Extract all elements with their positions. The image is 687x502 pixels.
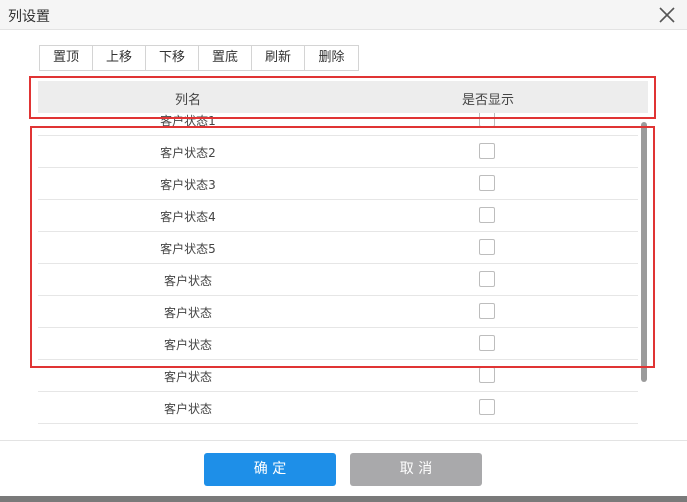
table-row: 客户状态: [38, 328, 638, 360]
visible-checkbox[interactable]: [479, 335, 495, 351]
visible-checkbox[interactable]: [479, 175, 495, 191]
visible-checkbox[interactable]: [479, 239, 495, 255]
visible-checkbox[interactable]: [479, 367, 495, 383]
dialog-titlebar: 列设置: [0, 0, 687, 30]
visible-checkbox[interactable]: [479, 399, 495, 415]
table-row: 客户状态5: [38, 232, 638, 264]
visible-checkbox[interactable]: [479, 303, 495, 319]
table-row: 客户状态1: [38, 113, 638, 136]
column-name-cell: 客户状态5: [160, 242, 216, 256]
close-icon[interactable]: [657, 5, 677, 25]
table-row: 客户状态4: [38, 200, 638, 232]
column-header-name: 列名: [174, 93, 201, 108]
visible-checkbox[interactable]: [479, 113, 495, 127]
move-top-button[interactable]: 置顶: [40, 46, 93, 70]
table-row: 客户状态3: [38, 168, 638, 200]
scrollbar-thumb[interactable]: [641, 122, 647, 382]
column-name-cell: 客户状态: [163, 306, 212, 320]
delete-button[interactable]: 删除: [305, 46, 358, 70]
move-down-button[interactable]: 下移: [146, 46, 199, 70]
dialog-title: 列设置: [8, 9, 50, 25]
column-name-cell: 客户状态3: [160, 178, 216, 192]
table-row: 客户状态: [38, 296, 638, 328]
table-row: 客户状态: [38, 392, 638, 424]
table-row: 客户状态2: [38, 136, 638, 168]
table-header: 列名 是否显示: [38, 81, 648, 113]
column-name-cell: 客户状态: [163, 338, 212, 352]
table-row: 客户状态: [38, 360, 638, 392]
move-up-button[interactable]: 上移: [93, 46, 146, 70]
table-row: 客户状态: [38, 264, 638, 296]
confirm-button[interactable]: 确 定: [204, 453, 336, 486]
column-name-cell: 客户状态4: [160, 210, 216, 224]
table-body[interactable]: 客户状态1 客户状态2 客户状态3 客户状态4 客户状态5 客户状态 客户状态: [38, 113, 638, 427]
column-name-cell: 客户状态: [163, 274, 212, 288]
toolbar: 置顶 上移 下移 置底 刷新 删除: [39, 45, 359, 71]
bottom-edge: [0, 496, 687, 502]
column-name-cell: 客户状态: [163, 402, 212, 416]
column-name-cell: 客户状态1: [160, 114, 216, 128]
column-header-visible: 是否显示: [461, 93, 514, 108]
move-bottom-button[interactable]: 置底: [199, 46, 252, 70]
refresh-button[interactable]: 刷新: [252, 46, 305, 70]
visible-checkbox[interactable]: [479, 143, 495, 159]
cancel-button[interactable]: 取 消: [350, 453, 482, 486]
visible-checkbox[interactable]: [479, 207, 495, 223]
column-name-cell: 客户状态: [163, 370, 212, 384]
footer-divider: [0, 440, 687, 441]
visible-checkbox[interactable]: [479, 271, 495, 287]
column-name-cell: 客户状态2: [160, 146, 216, 160]
